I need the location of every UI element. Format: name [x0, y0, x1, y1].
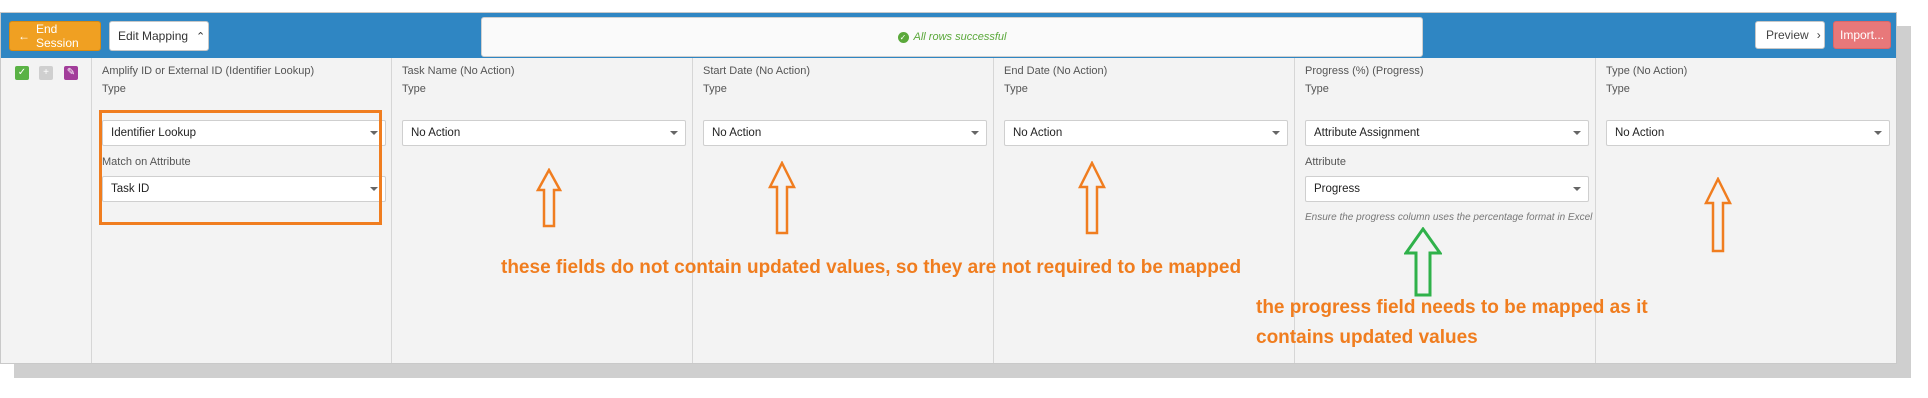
add-icon[interactable]: +	[39, 66, 53, 80]
dropdown-caret-icon	[1573, 187, 1581, 191]
check-circle-icon: ✓	[897, 31, 909, 43]
type-select-value: Attribute Assignment	[1314, 127, 1420, 139]
type-label: Type	[402, 83, 426, 95]
column-start-date: Start Date (No Action) Type No Action	[693, 58, 994, 363]
type-label: Type	[1004, 83, 1028, 95]
type-select-value: No Action	[1013, 127, 1063, 139]
edit-pencil-icon[interactable]: ✎	[64, 66, 78, 80]
toolbar: ← End Session Edit Mapping ⌃ ✓ All rows …	[1, 13, 1896, 58]
status-message: ✓ All rows successful	[481, 17, 1423, 57]
progress-annotation: the progress field needs to be mapped as…	[1256, 297, 1648, 348]
column-end-date: End Date (No Action) Type No Action	[994, 58, 1295, 363]
import-mapping-panel: ← End Session Edit Mapping ⌃ ✓ All rows …	[0, 12, 1897, 364]
type-select[interactable]: No Action	[1606, 120, 1890, 146]
column-header: Start Date (No Action)	[703, 65, 810, 77]
end-session-button[interactable]: ← End Session	[9, 21, 101, 51]
dropdown-caret-icon	[971, 131, 979, 135]
attribute-value: Progress	[1314, 183, 1361, 195]
attribute-label: Attribute	[1305, 156, 1346, 168]
status-text: All rows successful	[913, 31, 1007, 43]
attribute-select[interactable]: Progress	[1305, 176, 1589, 202]
preview-button[interactable]: Preview ›	[1755, 21, 1825, 49]
column-header: Task Name (No Action)	[402, 65, 515, 77]
type-select-value: No Action	[411, 127, 461, 139]
type-select[interactable]: No Action	[703, 120, 987, 146]
checkbox-checked-icon[interactable]: ✓	[15, 66, 29, 80]
import-label: Import...	[1840, 28, 1885, 42]
edit-mapping-label: Edit Mapping	[118, 29, 189, 43]
arrow-left-icon: ←	[18, 29, 30, 43]
chevron-right-icon: ›	[1816, 28, 1821, 42]
chevron-up-icon: ⌃	[196, 30, 206, 43]
highlight-box	[99, 110, 382, 225]
dropdown-caret-icon	[1573, 131, 1581, 135]
orange-up-arrow-icon	[536, 168, 562, 228]
orange-up-arrow-icon	[768, 161, 796, 235]
type-select[interactable]: Attribute Assignment	[1305, 120, 1589, 146]
type-label: Type	[703, 83, 727, 95]
type-select-value: No Action	[1615, 127, 1665, 139]
green-up-arrow-icon	[1404, 227, 1442, 297]
no-action-annotation: these fields do not contain updated valu…	[501, 257, 1242, 278]
preview-label: Preview	[1766, 28, 1809, 42]
row-actions: ✓ + ✎	[1, 58, 92, 363]
column-header: Progress (%) (Progress)	[1305, 65, 1424, 77]
type-select[interactable]: No Action	[402, 120, 686, 146]
type-label: Type	[1305, 83, 1329, 95]
progress-hint: Ensure the progress column uses the perc…	[1305, 212, 1593, 223]
type-select[interactable]: No Action	[1004, 120, 1288, 146]
orange-up-arrow-icon	[1078, 161, 1106, 235]
type-select-value: No Action	[712, 127, 762, 139]
type-label: Type	[1606, 83, 1630, 95]
end-session-label: End Session	[36, 22, 79, 50]
column-header: End Date (No Action)	[1004, 65, 1108, 77]
orange-up-arrow-icon	[1704, 177, 1732, 253]
column-header: Amplify ID or External ID (Identifier Lo…	[102, 65, 315, 77]
type-label: Type	[102, 83, 126, 95]
edit-mapping-button[interactable]: Edit Mapping ⌃	[109, 21, 209, 51]
dropdown-caret-icon	[1272, 131, 1280, 135]
column-header: Type (No Action)	[1606, 65, 1688, 77]
dropdown-caret-icon	[670, 131, 678, 135]
dropdown-caret-icon	[1874, 131, 1882, 135]
import-button[interactable]: Import...	[1833, 21, 1891, 49]
